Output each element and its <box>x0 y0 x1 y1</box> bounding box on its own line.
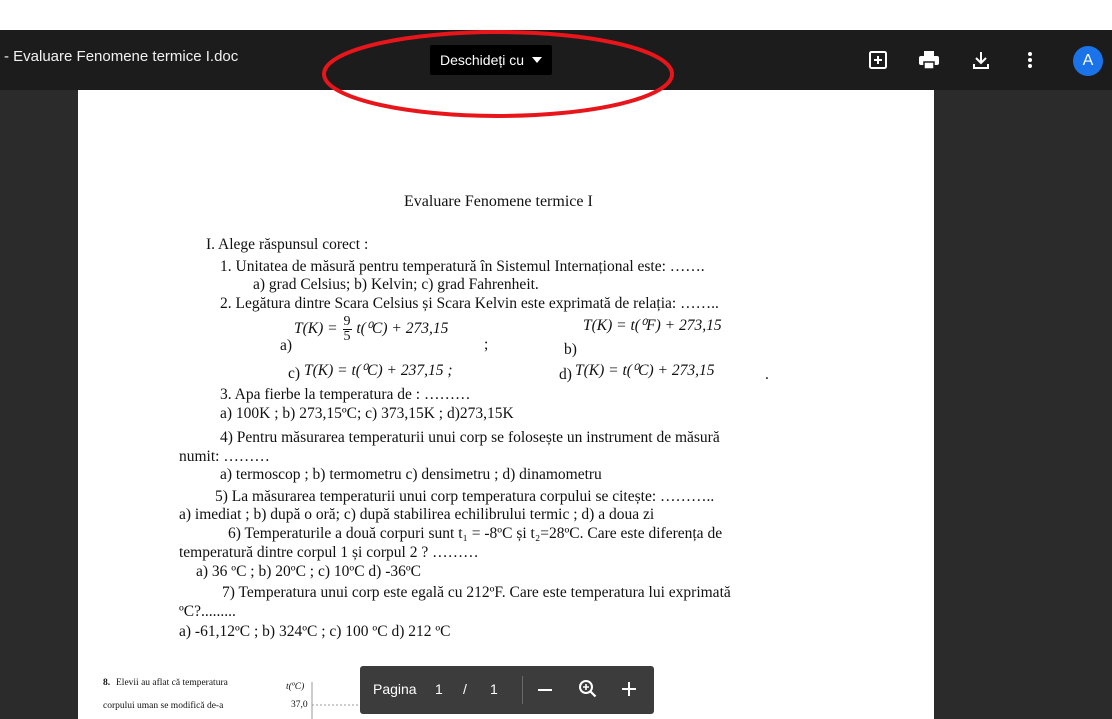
more-vert-icon[interactable] <box>1018 48 1042 72</box>
graph-axis-label: t(ºC) <box>286 682 305 692</box>
print-icon[interactable] <box>917 48 941 72</box>
page-separator: / <box>463 681 467 697</box>
question-2: 2. Legătura dintre Scara Celsius și Scar… <box>220 295 719 312</box>
question-4: 4) Pentru măsurarea temperaturii unui co… <box>220 429 720 446</box>
formula-a: T(K) = 95 t(⁰C) + 273,15 <box>294 315 448 344</box>
formula-c: T(K) = t(⁰C) + 237,15 ; <box>304 361 453 380</box>
question-6-options: a) 36 ºC ; b) 20ºC ; c) 10ºC d) -36ºC <box>196 563 422 580</box>
question-4-options: a) termoscop ; b) termometru c) densimet… <box>220 466 602 483</box>
question-7-options: a) -61,12ºC ; b) 324ºC ; c) 100 ºC d) 21… <box>179 623 451 640</box>
question-8-number: 8. <box>103 678 111 688</box>
question-5-options: a) imediat ; b) după o oră; c) după stab… <box>179 506 655 523</box>
option-label-c: c) <box>288 365 301 382</box>
page-heading: Evaluare Fenomene termice I <box>404 193 593 210</box>
account-avatar[interactable]: A <box>1073 46 1103 76</box>
add-comment-icon[interactable] <box>866 48 890 72</box>
option-label-a: a) <box>280 337 293 354</box>
document-page: Evaluare Fenomene termice I I. Alege răs… <box>78 90 934 719</box>
question-5: 5) La măsurarea temperaturii unui corp t… <box>215 488 715 505</box>
formula-d-end: . <box>765 366 769 383</box>
fraction: 95 <box>342 314 352 344</box>
question-7: 7) Temperatura unui corp este egală cu 2… <box>222 584 731 601</box>
zoom-icon[interactable] <box>577 678 599 700</box>
formula-b-text: T(K) = t(⁰F) + 273,15 <box>583 317 722 334</box>
question-1: 1. Unitatea de măsură pentru temperatură… <box>220 258 705 275</box>
section-label: I. Alege răspunsul corect : <box>206 236 369 253</box>
question-6: 6) Temperaturile a două corpuri sunt t₁ … <box>228 525 723 542</box>
question-4-cont: numit: ……… <box>179 448 270 465</box>
pager-divider <box>522 676 523 704</box>
question-3: 3. Apa fierbe la temperatura de : ……… <box>220 386 471 403</box>
fraction-numerator: 9 <box>342 314 352 330</box>
download-icon[interactable] <box>969 48 993 72</box>
current-page[interactable]: 1 <box>435 681 443 697</box>
question-1-options: a) grad Celsius; b) Kelvin; c) grad Fahr… <box>253 276 539 293</box>
red-annotation-ellipse <box>322 30 674 118</box>
formula-d: T(K) = t(⁰C) + 273,15 <box>575 361 715 380</box>
formula-a-lhs: T(K) = <box>294 320 338 338</box>
formula-b: T(K) = t(⁰F) + 273,15 <box>583 316 722 335</box>
page-label: Pagina <box>373 681 417 697</box>
question-7-cont: ºC?......... <box>179 603 236 620</box>
total-pages: 1 <box>490 681 498 697</box>
zoom-out-icon[interactable] <box>535 680 555 700</box>
question-6-cont: temperatură dintre corpul 1 și corpul 2 … <box>179 544 479 561</box>
page-navigation: Pagina 1 / 1 <box>360 666 654 714</box>
question-8-line-1: Elevii au aflat că temperatura <box>116 678 228 688</box>
formula-c-text: T(K) = t(⁰C) + 237,15 ; <box>304 362 453 379</box>
question-3-options: a) 100K ; b) 273,15ºC; c) 373,15K ; d)27… <box>220 405 514 422</box>
question-8-line-2: corpului uman se modifică de-a <box>103 701 224 711</box>
zoom-in-icon[interactable] <box>619 679 639 699</box>
fraction-denominator: 5 <box>343 329 351 344</box>
formula-a-rhs: t(⁰C) + 273,15 <box>356 320 449 338</box>
option-label-b: b) <box>564 341 577 358</box>
document-viewer: - Evaluare Fenomene termice I.doc Deschi… <box>0 0 1112 719</box>
graph-tick-label: 37,0 <box>291 700 308 710</box>
formula-d-text: T(K) = t(⁰C) + 273,15 <box>575 362 715 379</box>
option-label-d: d) <box>559 366 572 383</box>
formula-a-end: ; <box>484 336 489 353</box>
document-title: - Evaluare Fenomene termice I.doc <box>4 48 239 65</box>
